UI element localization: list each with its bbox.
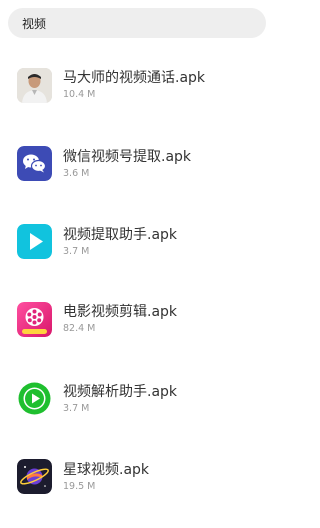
film-reel-icon: [17, 302, 52, 337]
search-input[interactable]: 视频: [8, 8, 266, 38]
play-circle-icon: [17, 381, 52, 416]
file-name: 视频提取助手.apk: [63, 227, 178, 243]
file-name: 视频解析助手.apk: [63, 384, 178, 400]
planet-icon: [17, 459, 52, 494]
wechat-icon: [17, 146, 52, 181]
list-item[interactable]: 视频解析助手.apk 3.7 M: [0, 363, 269, 433]
file-name: 星球视频.apk: [63, 462, 150, 478]
list-item[interactable]: 马大师的视频通话.apk 10.4 M: [0, 48, 269, 118]
file-size: 3.7 M: [63, 403, 90, 414]
list-item[interactable]: 视频提取助手.apk 3.7 M: [0, 206, 269, 276]
file-size: 3.6 M: [63, 168, 90, 179]
search-query-text: 视频: [22, 16, 47, 31]
file-name: 电影视频剪辑.apk: [63, 304, 178, 320]
file-name: 马大师的视频通话.apk: [63, 70, 206, 86]
file-size: 10.4 M: [63, 89, 96, 100]
file-size: 82.4 M: [63, 323, 96, 334]
file-size: 19.5 M: [63, 481, 96, 492]
file-search-screen: 视频 马大师的视频通话.apk 10.4 M 微信视频号提取.apk 3.6 M…: [0, 0, 269, 528]
user-photo-icon: [17, 68, 52, 103]
list-item[interactable]: 星球视频.apk 19.5 M: [0, 442, 269, 512]
file-size: 3.7 M: [63, 246, 90, 257]
file-name: 微信视频号提取.apk: [63, 149, 192, 165]
list-item[interactable]: 微信视频号提取.apk 3.6 M: [0, 127, 269, 197]
list-item[interactable]: 电影视频剪辑.apk 82.4 M: [0, 283, 269, 353]
play-icon: [17, 224, 52, 259]
